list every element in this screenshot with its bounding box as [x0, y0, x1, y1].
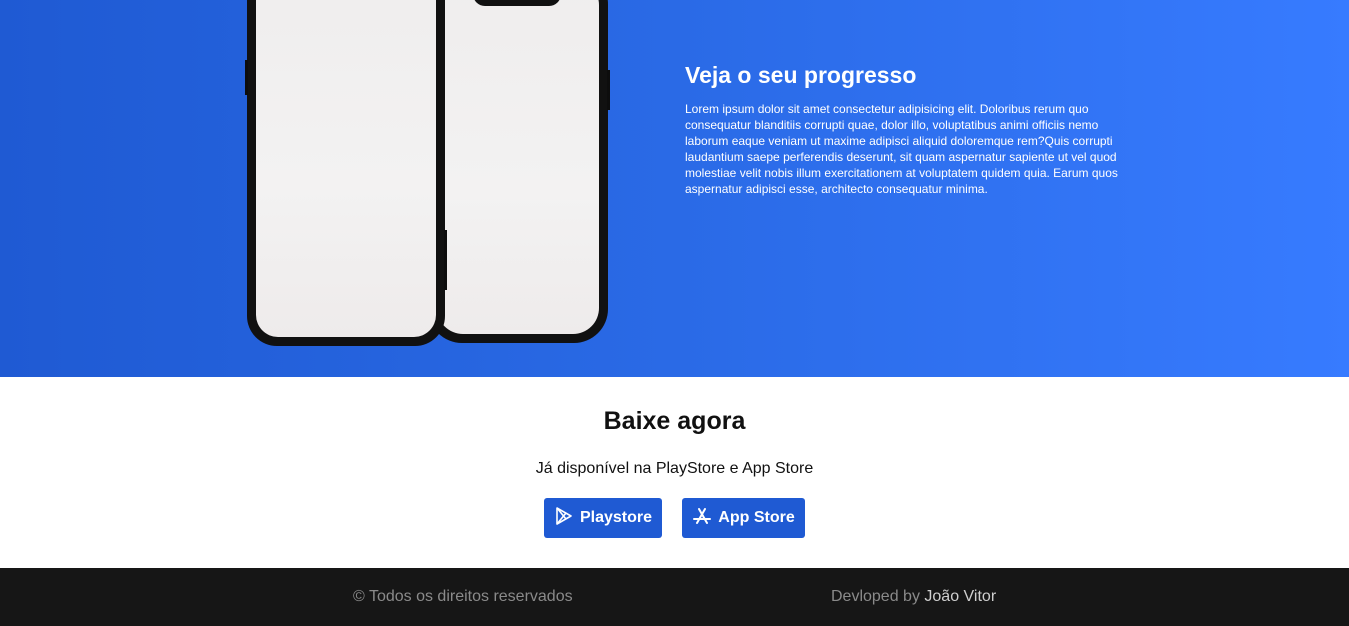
playstore-button[interactable]: Playstore — [544, 498, 662, 538]
download-subtitle: Já disponível na PlayStore e App Store — [535, 460, 814, 477]
hero-title: Veja o seu progresso — [685, 62, 917, 88]
download-section: Baixe agora Já disponível na PlayStore e… — [0, 377, 1349, 568]
appstore-button-label: App Store — [718, 509, 795, 526]
developer-credit: Devloped by João Vitor — [831, 588, 996, 606]
playstore-button-label: Playstore — [579, 509, 653, 526]
phone-side-button — [607, 70, 610, 110]
play-store-icon — [554, 506, 574, 531]
phone-side-button — [444, 230, 447, 290]
download-title: Baixe agora — [603, 407, 746, 435]
phone-mockup-back — [428, 0, 610, 343]
developed-by-label: Devloped by — [831, 588, 920, 605]
hero-description: Lorem ipsum dolor sit amet consectetur a… — [685, 102, 1118, 196]
author-name: João Vitor — [924, 588, 997, 605]
copyright-text: © Todos os direitos reservados — [353, 588, 573, 605]
phone-screen — [437, 0, 599, 334]
phone-notch — [473, 0, 561, 6]
phone-screen — [256, 0, 436, 337]
appstore-button[interactable]: App Store — [682, 498, 805, 538]
footer: © Todos os direitos reservados Devloped … — [0, 568, 1349, 626]
phone-mockup-front — [245, 0, 447, 346]
app-store-icon — [692, 506, 712, 531]
hero-section: Veja o seu progresso Lorem ipsum dolor s… — [0, 0, 1349, 377]
hero-text-block: Veja o seu progresso Lorem ipsum dolor s… — [685, 62, 1130, 197]
phone-side-button — [245, 60, 248, 95]
